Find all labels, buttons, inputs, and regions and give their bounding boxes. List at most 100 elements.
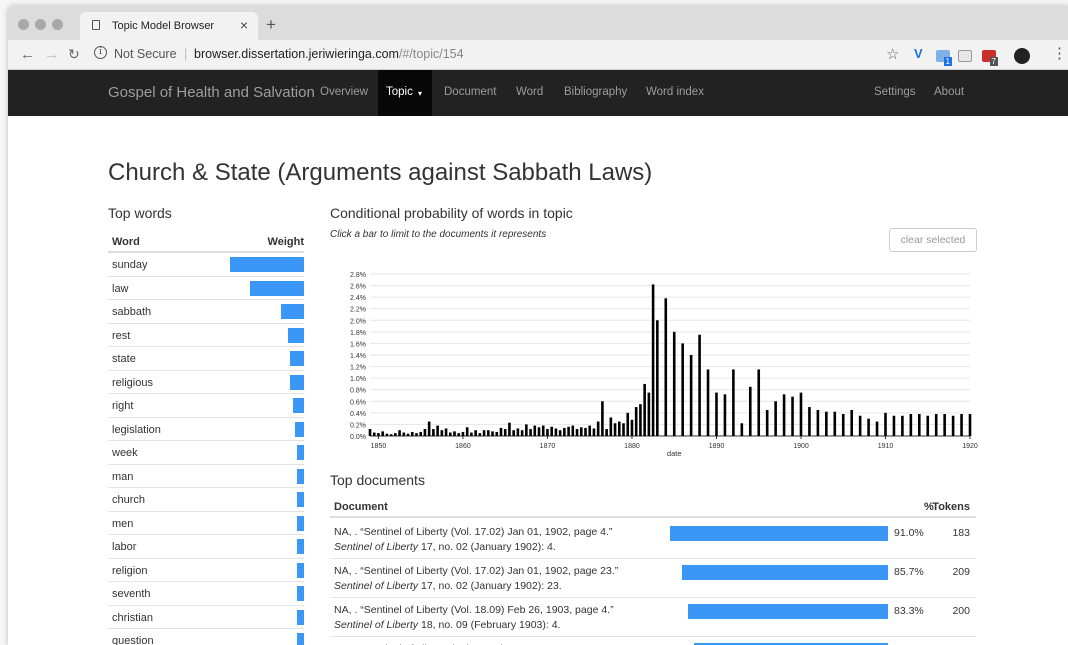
col-tokens[interactable]: Tokens [932, 501, 970, 513]
top-word-row[interactable]: man [108, 465, 304, 488]
chart-bar[interactable] [757, 369, 761, 436]
chart-bar[interactable] [410, 431, 414, 436]
chart-bar[interactable] [816, 409, 820, 436]
chart-bar[interactable] [926, 415, 930, 436]
chart-bar[interactable] [630, 419, 634, 436]
chart-bar[interactable] [681, 343, 684, 436]
menu-kebab-icon[interactable]: ⋮ [1052, 44, 1067, 62]
chart-bar[interactable] [432, 429, 435, 436]
chart-bar[interactable] [563, 427, 566, 436]
top-word-row[interactable]: rest [108, 324, 304, 347]
chart-bar[interactable] [651, 284, 655, 436]
browser-tab[interactable]: Topic Model Browser × [80, 12, 258, 40]
bookmark-star-icon[interactable]: ☆ [886, 45, 899, 63]
chart-bar[interactable] [808, 407, 811, 436]
chart-bar[interactable] [440, 430, 444, 436]
url-text[interactable]: browser.dissertation.jeriwieringa.com/#/… [194, 47, 464, 61]
chart-bar[interactable] [465, 427, 469, 436]
chart-bar[interactable] [867, 418, 870, 436]
chart-bar[interactable] [470, 432, 473, 436]
chart-bar[interactable] [588, 425, 592, 436]
chart-bar[interactable] [782, 394, 786, 436]
chart-bar[interactable] [613, 423, 617, 436]
top-word-row[interactable]: labor [108, 535, 304, 559]
chart-bar[interactable] [550, 426, 553, 436]
chart-bar[interactable] [774, 401, 777, 436]
chart-bar[interactable] [495, 431, 499, 436]
chart-bar[interactable] [571, 425, 575, 436]
chart-bar[interactable] [389, 434, 393, 436]
chart-bar[interactable] [558, 430, 562, 436]
chart-bar[interactable] [698, 334, 701, 436]
chart-bar[interactable] [529, 429, 532, 436]
chart-bar[interactable] [626, 412, 630, 436]
minimize-window-button[interactable] [35, 19, 46, 30]
chart-bar[interactable] [706, 369, 710, 436]
top-word-row[interactable]: religious [108, 371, 304, 394]
chart-bar[interactable] [647, 392, 651, 436]
chart-bar[interactable] [499, 427, 503, 436]
chart-bar[interactable] [516, 428, 520, 436]
top-word-row[interactable]: christian [108, 606, 304, 629]
chart-bar[interactable] [605, 429, 608, 436]
back-arrow-icon[interactable]: ← [20, 46, 35, 63]
chart-bar[interactable] [525, 424, 528, 436]
chart-bar[interactable] [617, 421, 621, 436]
chart-bar[interactable] [901, 415, 904, 436]
chart-bar[interactable] [596, 421, 600, 436]
chart-bar[interactable] [461, 431, 465, 436]
chart-bar[interactable] [715, 392, 718, 436]
chart-bar[interactable] [491, 431, 494, 436]
top-word-row[interactable]: sunday [108, 253, 304, 277]
top-word-row[interactable]: question [108, 629, 304, 645]
top-word-row[interactable]: men [108, 512, 304, 535]
top-word-row[interactable]: week [108, 441, 304, 465]
chart-bar[interactable] [740, 423, 744, 436]
document-title[interactable]: NA, . “Sentinel of Liberty (Vol. 17.02) … [334, 526, 612, 538]
top-word-row[interactable]: religion [108, 559, 304, 582]
chart-bar[interactable] [394, 433, 397, 436]
document-title[interactable]: NA, . “Sentinel of Liberty (Vol. 18.09) … [334, 604, 614, 616]
chart-bar[interactable] [427, 421, 431, 436]
chart-bar[interactable] [402, 432, 406, 436]
profile-avatar[interactable] [1014, 48, 1030, 64]
nav-about[interactable]: About [934, 86, 964, 98]
chart-bar[interactable] [541, 425, 545, 436]
chart-bar[interactable] [634, 407, 638, 436]
app-brand[interactable]: Gospel of Health and Salvation [108, 84, 315, 101]
chart-bar[interactable] [508, 422, 511, 436]
chart-bar[interactable] [512, 430, 515, 436]
chart-bar[interactable] [415, 433, 418, 436]
chart-bar[interactable] [474, 430, 477, 436]
chart-bar[interactable] [448, 432, 452, 436]
nav-topic[interactable]: Topic ▾ [378, 70, 432, 116]
nav-settings[interactable]: Settings [874, 86, 916, 98]
chart-bar[interactable] [503, 429, 507, 436]
chart-bar[interactable] [858, 415, 862, 436]
tab-close-icon[interactable]: × [240, 17, 248, 33]
chart-bar[interactable] [960, 414, 963, 436]
chart-bar[interactable] [377, 433, 380, 436]
top-word-row[interactable]: state [108, 347, 304, 371]
address-bar[interactable]: i Not Secure | browser.dissertation.jeri… [90, 44, 830, 66]
chart-bar[interactable] [584, 427, 587, 436]
chart-bar[interactable] [664, 298, 668, 436]
chart-bar[interactable] [609, 417, 613, 436]
chart-bar[interactable] [968, 414, 972, 436]
chart-bar[interactable] [748, 386, 752, 436]
chart-bar[interactable] [672, 331, 676, 436]
col-word[interactable]: Word [112, 236, 140, 248]
chart-bar[interactable] [917, 414, 921, 436]
chart-bar[interactable] [656, 320, 659, 436]
top-document-row[interactable]: NA, . “Sentinel of Liberty (Vol. 17.02) … [330, 559, 976, 598]
document-title[interactable]: NA, . “Sentinel of Liberty (Vol. 17.02) … [334, 565, 618, 577]
chart-bar[interactable] [398, 430, 401, 436]
col-weight[interactable]: Weight [268, 236, 304, 248]
chart-bar[interactable] [639, 404, 642, 436]
chart-bar[interactable] [799, 392, 803, 436]
chart-bar[interactable] [934, 414, 938, 436]
close-window-button[interactable] [18, 19, 29, 30]
nav-document[interactable]: Document [444, 86, 496, 98]
chart-bar[interactable] [579, 427, 583, 436]
top-word-row[interactable]: church [108, 488, 304, 512]
